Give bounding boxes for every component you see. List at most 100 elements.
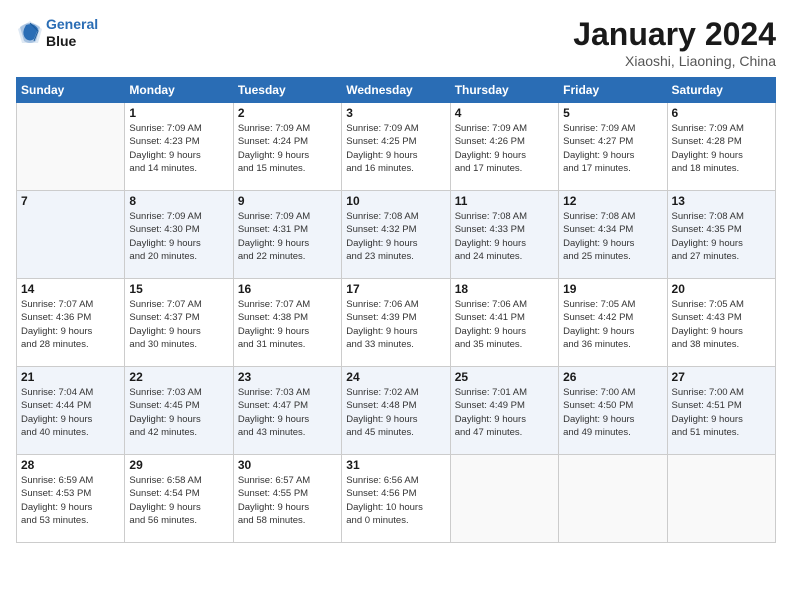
day-number: 30 (238, 458, 337, 472)
day-number: 25 (455, 370, 554, 384)
day-number: 4 (455, 106, 554, 120)
calendar-cell: 9 Sunrise: 7:09 AMSunset: 4:31 PMDaylight… (233, 191, 341, 279)
title-area: January 2024 Xiaoshi, Liaoning, China (573, 16, 776, 69)
day-number: 7 (21, 194, 120, 208)
day-info: Sunrise: 7:08 AMSunset: 4:33 PMDaylight:… (455, 210, 554, 263)
logo-icon (16, 19, 44, 47)
day-number: 14 (21, 282, 120, 296)
calendar-cell (667, 455, 775, 543)
day-number: 17 (346, 282, 445, 296)
day-info: Sunrise: 7:09 AMSunset: 4:31 PMDaylight:… (238, 210, 337, 263)
day-info: Sunrise: 7:07 AMSunset: 4:38 PMDaylight:… (238, 298, 337, 351)
day-info: Sunrise: 7:01 AMSunset: 4:49 PMDaylight:… (455, 386, 554, 439)
month-title: January 2024 (573, 16, 776, 53)
day-number: 10 (346, 194, 445, 208)
weekday-header: Saturday (667, 78, 775, 103)
day-info: Sunrise: 7:06 AMSunset: 4:41 PMDaylight:… (455, 298, 554, 351)
calendar-cell: 15 Sunrise: 7:07 AMSunset: 4:37 PMDayligh… (125, 279, 233, 367)
day-number: 13 (672, 194, 771, 208)
day-number: 11 (455, 194, 554, 208)
calendar-cell: 25 Sunrise: 7:01 AMSunset: 4:49 PMDayligh… (450, 367, 558, 455)
day-info: Sunrise: 7:08 AMSunset: 4:35 PMDaylight:… (672, 210, 771, 263)
calendar-cell: 29Sunrise: 6:58 AMSunset: 4:54 PMDayligh… (125, 455, 233, 543)
header: General Blue January 2024 Xiaoshi, Liaon… (16, 16, 776, 69)
day-info: Sunrise: 7:03 AMSunset: 4:45 PMDaylight:… (129, 386, 228, 439)
day-number: 1 (129, 106, 228, 120)
day-number: 21 (21, 370, 120, 384)
calendar-week-row: 14 Sunrise: 7:07 AMSunset: 4:36 PMDayligh… (17, 279, 776, 367)
day-info: Sunrise: 6:58 AMSunset: 4:54 PMDaylight:… (129, 474, 228, 527)
day-number: 9 (238, 194, 337, 208)
weekday-header: Monday (125, 78, 233, 103)
calendar-cell: 8Sunrise: 7:09 AMSunset: 4:30 PMDaylight… (125, 191, 233, 279)
calendar-cell: 27Sunrise: 7:00 AMSunset: 4:51 PMDayligh… (667, 367, 775, 455)
day-number: 22 (129, 370, 228, 384)
day-number: 20 (672, 282, 771, 296)
weekday-header: Friday (559, 78, 667, 103)
calendar-week-row: 21Sunrise: 7:04 AMSunset: 4:44 PMDayligh… (17, 367, 776, 455)
day-number: 6 (672, 106, 771, 120)
weekday-header: Wednesday (342, 78, 450, 103)
day-number: 24 (346, 370, 445, 384)
day-info: Sunrise: 7:05 AMSunset: 4:43 PMDaylight:… (672, 298, 771, 351)
day-number: 23 (238, 370, 337, 384)
day-info: Sunrise: 7:02 AMSunset: 4:48 PMDaylight:… (346, 386, 445, 439)
day-number: 5 (563, 106, 662, 120)
day-info: Sunrise: 6:59 AMSunset: 4:53 PMDaylight:… (21, 474, 120, 527)
page: General Blue January 2024 Xiaoshi, Liaon… (0, 0, 792, 612)
calendar-week-row: 1 Sunrise: 7:09 AMSunset: 4:23 PMDaylight… (17, 103, 776, 191)
day-info: Sunrise: 6:57 AMSunset: 4:55 PMDaylight:… (238, 474, 337, 527)
day-info: Sunrise: 7:08 AMSunset: 4:32 PMDaylight:… (346, 210, 445, 263)
day-number: 3 (346, 106, 445, 120)
calendar-cell: 6 Sunrise: 7:09 AMSunset: 4:28 PMDaylight… (667, 103, 775, 191)
calendar-cell: 19 Sunrise: 7:05 AMSunset: 4:42 PMDayligh… (559, 279, 667, 367)
calendar-cell: 30 Sunrise: 6:57 AMSunset: 4:55 PMDayligh… (233, 455, 341, 543)
day-info: Sunrise: 7:08 AMSunset: 4:34 PMDaylight:… (563, 210, 662, 263)
calendar-table: SundayMondayTuesdayWednesdayThursdayFrid… (16, 77, 776, 543)
calendar-cell: 4 Sunrise: 7:09 AMSunset: 4:26 PMDaylight… (450, 103, 558, 191)
day-number: 15 (129, 282, 228, 296)
day-number: 19 (563, 282, 662, 296)
day-info: Sunrise: 7:09 AMSunset: 4:26 PMDaylight:… (455, 122, 554, 175)
calendar-cell: 5 Sunrise: 7:09 AMSunset: 4:27 PMDaylight… (559, 103, 667, 191)
day-info: Sunrise: 7:09 AMSunset: 4:23 PMDaylight:… (129, 122, 228, 175)
day-info: Sunrise: 7:00 AMSunset: 4:50 PMDaylight:… (563, 386, 662, 439)
weekday-header: Tuesday (233, 78, 341, 103)
calendar-cell: 13 Sunrise: 7:08 AMSunset: 4:35 PMDayligh… (667, 191, 775, 279)
weekday-header: Sunday (17, 78, 125, 103)
calendar-cell: 10 Sunrise: 7:08 AMSunset: 4:32 PMDayligh… (342, 191, 450, 279)
calendar-cell (559, 455, 667, 543)
calendar-week-row: 28Sunrise: 6:59 AMSunset: 4:53 PMDayligh… (17, 455, 776, 543)
calendar-cell: 20 Sunrise: 7:05 AMSunset: 4:43 PMDayligh… (667, 279, 775, 367)
calendar-cell: 16 Sunrise: 7:07 AMSunset: 4:38 PMDayligh… (233, 279, 341, 367)
calendar-cell: 26 Sunrise: 7:00 AMSunset: 4:50 PMDayligh… (559, 367, 667, 455)
calendar-cell: 17Sunrise: 7:06 AMSunset: 4:39 PMDayligh… (342, 279, 450, 367)
day-info: Sunrise: 7:00 AMSunset: 4:51 PMDaylight:… (672, 386, 771, 439)
day-info: Sunrise: 7:07 AMSunset: 4:36 PMDaylight:… (21, 298, 120, 351)
day-number: 12 (563, 194, 662, 208)
day-number: 26 (563, 370, 662, 384)
day-number: 8 (129, 194, 228, 208)
weekday-header-row: SundayMondayTuesdayWednesdayThursdayFrid… (17, 78, 776, 103)
calendar-cell: 3 Sunrise: 7:09 AMSunset: 4:25 PMDaylight… (342, 103, 450, 191)
calendar-cell: 14 Sunrise: 7:07 AMSunset: 4:36 PMDayligh… (17, 279, 125, 367)
calendar-cell: 23 Sunrise: 7:03 AMSunset: 4:47 PMDayligh… (233, 367, 341, 455)
day-info: Sunrise: 7:07 AMSunset: 4:37 PMDaylight:… (129, 298, 228, 351)
day-number: 31 (346, 458, 445, 472)
day-number: 2 (238, 106, 337, 120)
calendar-cell: 7 (17, 191, 125, 279)
day-info: Sunrise: 7:03 AMSunset: 4:47 PMDaylight:… (238, 386, 337, 439)
day-info: Sunrise: 7:09 AMSunset: 4:27 PMDaylight:… (563, 122, 662, 175)
weekday-header: Thursday (450, 78, 558, 103)
day-info: Sunrise: 7:05 AMSunset: 4:42 PMDaylight:… (563, 298, 662, 351)
day-number: 16 (238, 282, 337, 296)
logo-text: General Blue (46, 16, 98, 50)
day-info: Sunrise: 7:09 AMSunset: 4:28 PMDaylight:… (672, 122, 771, 175)
calendar-cell: 24 Sunrise: 7:02 AMSunset: 4:48 PMDayligh… (342, 367, 450, 455)
calendar-cell (450, 455, 558, 543)
subtitle: Xiaoshi, Liaoning, China (573, 53, 776, 69)
calendar-week-row: 7 8Sunrise: 7:09 AMSunset: 4:30 PMDayligh… (17, 191, 776, 279)
calendar-cell: 11 Sunrise: 7:08 AMSunset: 4:33 PMDayligh… (450, 191, 558, 279)
day-info: Sunrise: 7:09 AMSunset: 4:25 PMDaylight:… (346, 122, 445, 175)
calendar-cell: 12 Sunrise: 7:08 AMSunset: 4:34 PMDayligh… (559, 191, 667, 279)
